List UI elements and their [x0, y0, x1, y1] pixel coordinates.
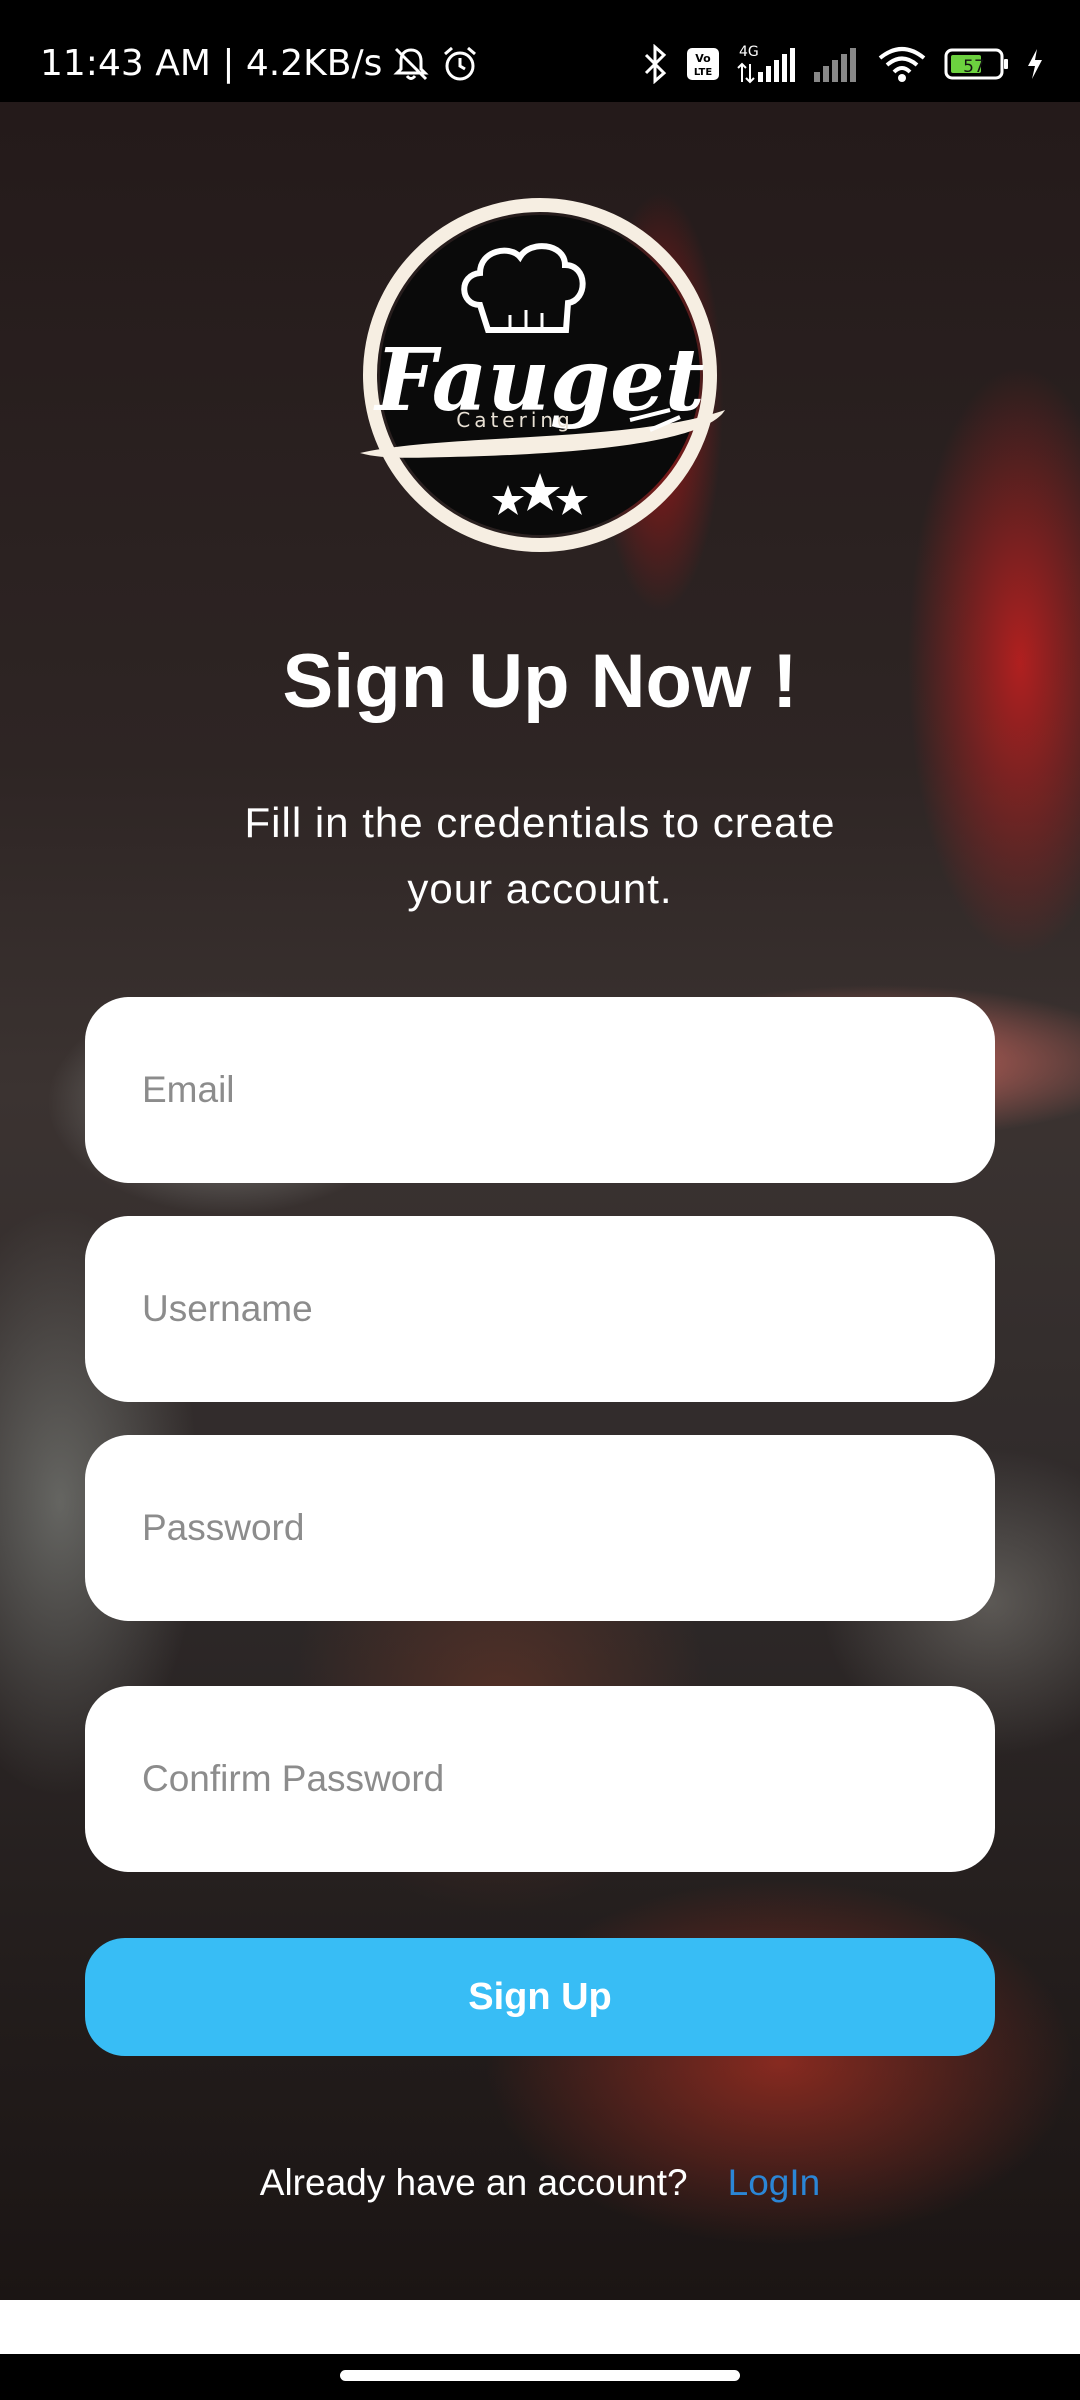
status-left: 11:43 AM | 4.2KB/s — [40, 40, 480, 88]
bluetooth-icon — [640, 44, 670, 84]
status-time: 11:43 AM | 4.2KB/s — [40, 43, 383, 84]
username-field[interactable] — [85, 1216, 995, 1402]
status-right: Vo LTE 4G 57 — [640, 40, 1044, 88]
alarm-icon — [440, 44, 480, 84]
password-input[interactable] — [140, 1506, 995, 1550]
bottom-strip — [0, 2300, 1080, 2354]
login-prompt-text: Already have an account? — [259, 2162, 688, 2203]
login-link[interactable]: LogIn — [728, 2162, 821, 2203]
signal-icon: 4G — [736, 42, 796, 86]
charging-icon — [1026, 47, 1044, 81]
svg-text:LTE: LTE — [694, 67, 713, 78]
password-field[interactable] — [85, 1435, 995, 1621]
login-prompt-row: Already have an account? LogIn — [0, 2155, 1080, 2211]
battery-icon: 57 — [944, 47, 1010, 81]
volte-icon: Vo LTE — [686, 47, 720, 81]
sign-up-button[interactable]: Sign Up — [85, 1938, 995, 2056]
username-input[interactable] — [140, 1287, 995, 1331]
page-subtitle: Fill in the credentials to create your a… — [244, 799, 836, 912]
email-field[interactable] — [85, 997, 995, 1183]
svg-text:Catering: Catering — [456, 408, 574, 432]
svg-text:Vo: Vo — [695, 52, 711, 65]
confirm-password-input[interactable] — [140, 1757, 995, 1801]
confirm-password-field[interactable] — [85, 1686, 995, 1872]
home-indicator[interactable] — [340, 2370, 740, 2381]
logo: Fauget Catering — [330, 195, 750, 565]
svg-text:57: 57 — [963, 57, 985, 77]
mute-bell-icon — [392, 45, 430, 83]
wifi-icon — [876, 44, 928, 84]
page-title: Sign Up Now ! — [282, 639, 798, 724]
status-bar: 11:43 AM | 4.2KB/s Vo LTE 4G 57 — [0, 0, 1080, 102]
email-input[interactable] — [140, 1068, 995, 1112]
svg-text:4G: 4G — [739, 44, 759, 60]
signup-screen: 11:43 AM | 4.2KB/s Vo LTE 4G 57 Fauget C… — [0, 0, 1080, 2400]
signal-icon — [812, 44, 860, 84]
